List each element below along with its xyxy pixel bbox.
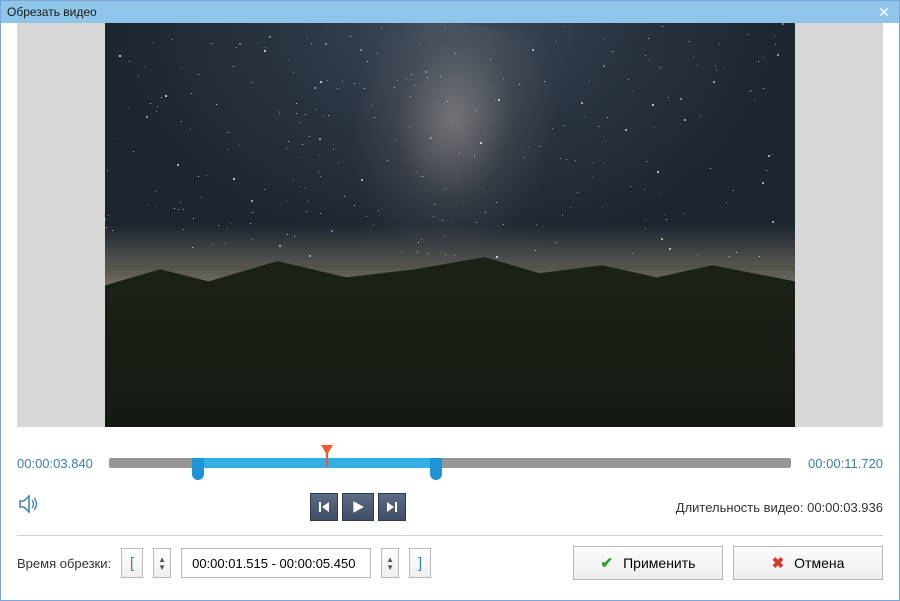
volume-icon[interactable]: [17, 494, 41, 520]
play-controls: [310, 493, 406, 521]
trim-handle-start[interactable]: [192, 458, 204, 480]
total-time-label: 00:00:11.720: [803, 456, 883, 471]
preview-container: [17, 23, 883, 427]
trim-start-spinner[interactable]: ▲ ▼: [153, 548, 171, 578]
set-start-bracket-button[interactable]: [: [121, 548, 143, 578]
prev-frame-button[interactable]: [310, 493, 338, 521]
titlebar: Обрезать видео ✕: [1, 1, 899, 23]
track-selection: [198, 458, 437, 468]
cancel-button-label: Отмена: [794, 555, 844, 571]
playhead-line: [326, 453, 328, 467]
x-icon: ✖: [772, 554, 785, 572]
check-icon: ✔: [601, 554, 614, 572]
chevron-down-icon: ▼: [386, 564, 394, 571]
chevron-up-icon: ▲: [386, 556, 394, 563]
content-area: 00:00:03.840 00:00:11.720: [1, 23, 899, 590]
set-end-bracket-button[interactable]: ]: [409, 548, 431, 578]
divider: [17, 535, 883, 536]
trim-range-field[interactable]: 00:00:01.515 - 00:00:05.450: [181, 548, 371, 578]
ground: [105, 294, 795, 427]
playback-controls-row: Длительность видео: 00:00:03.936: [17, 493, 883, 521]
timeline-track[interactable]: [109, 451, 791, 475]
trim-handle-end[interactable]: [430, 458, 442, 480]
apply-button-label: Применить: [623, 555, 695, 571]
current-time-label: 00:00:03.840: [17, 456, 97, 471]
playhead[interactable]: [321, 445, 333, 465]
cancel-button[interactable]: ✖ Отмена: [733, 546, 883, 580]
close-icon[interactable]: ✕: [875, 4, 893, 21]
chevron-up-icon: ▲: [158, 556, 166, 563]
next-frame-button[interactable]: [378, 493, 406, 521]
trim-end-spinner[interactable]: ▲ ▼: [381, 548, 399, 578]
timeline-row: 00:00:03.840 00:00:11.720: [17, 443, 883, 483]
trim-time-label: Время обрезки:: [17, 556, 111, 571]
video-preview[interactable]: [105, 23, 795, 427]
duration-prefix: Длительность видео:: [676, 500, 807, 515]
apply-button[interactable]: ✔ Применить: [573, 546, 723, 580]
chevron-down-icon: ▼: [158, 564, 166, 571]
play-button[interactable]: [342, 493, 374, 521]
duration-value: 00:00:03.936: [807, 500, 883, 515]
bottom-row: Время обрезки: [ ▲ ▼ 00:00:01.515 - 00:0…: [17, 546, 883, 590]
duration-label: Длительность видео: 00:00:03.936: [676, 500, 883, 515]
window-title: Обрезать видео: [7, 5, 97, 19]
